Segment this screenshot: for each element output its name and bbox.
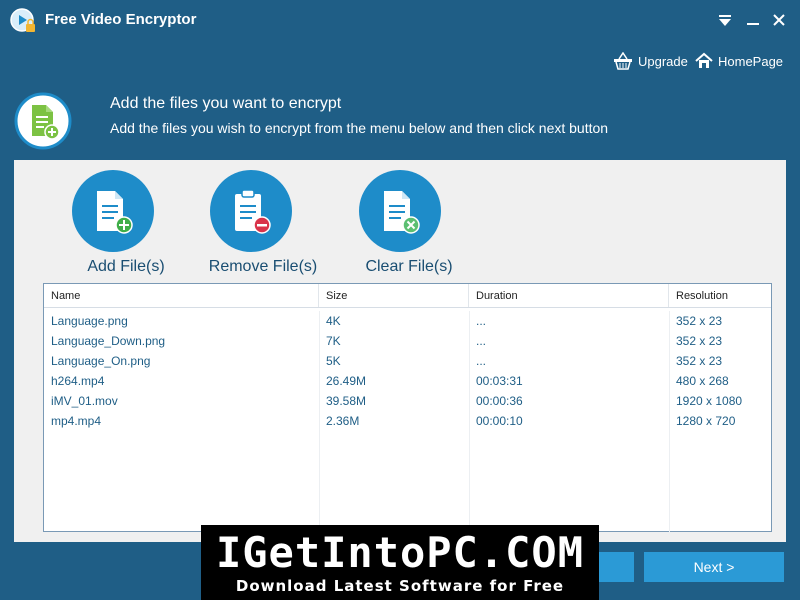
minimize-icon[interactable]	[745, 12, 761, 28]
cell-name: h264.mp4	[51, 374, 105, 388]
title-bar: Free Video Encryptor	[0, 0, 800, 40]
cell-size: 7K	[326, 334, 341, 348]
table-row[interactable]: Language.png 4K ... 352 x 23	[44, 311, 771, 331]
cell-duration: ...	[476, 334, 487, 348]
cell-duration: 00:00:36	[476, 394, 523, 408]
page-title: Add the files you want to encrypt	[110, 95, 342, 112]
column-header-resolution[interactable]: Resolution	[669, 284, 771, 307]
remove-file-icon	[235, 189, 271, 234]
clear-files-circle	[359, 170, 441, 252]
homepage-label: HomePage	[718, 53, 784, 69]
cell-resolution: 1920 x 1080	[676, 394, 743, 408]
table-body: Language.png 4K ... 352 x 23 Language_Do…	[44, 311, 771, 535]
table-header: Name Size Duration Resolution	[44, 284, 771, 308]
cell-name: Language_Down.png	[51, 334, 166, 348]
clear-files-label: Clear File(s)	[365, 258, 453, 275]
add-document-icon	[14, 92, 72, 150]
column-header-name[interactable]: Name	[44, 284, 319, 307]
homepage-link[interactable]: HomePage	[695, 51, 783, 71]
basket-icon	[614, 52, 632, 70]
cell-duration: ...	[476, 354, 487, 368]
cell-size: 2.36M	[326, 414, 360, 428]
clear-file-icon	[384, 191, 420, 234]
cell-resolution: 480 x 268	[676, 374, 729, 388]
cell-duration: 00:00:10	[476, 414, 523, 428]
file-table[interactable]: Name Size Duration Resolution Language.p…	[43, 283, 772, 535]
close-icon[interactable]	[771, 12, 787, 28]
cell-resolution: 352 x 23	[676, 334, 723, 348]
upgrade-label: Upgrade	[638, 53, 688, 69]
cell-resolution: 352 x 23	[676, 354, 723, 368]
upgrade-link[interactable]: Upgrade	[613, 51, 688, 71]
table-row[interactable]: iMV_01.mov 39.58M 00:00:36 1920 x 1080	[44, 391, 771, 411]
app-title: Free Video Encryptor	[45, 11, 197, 28]
remove-files-button[interactable]: Remove File(s)	[193, 170, 333, 280]
table-row[interactable]: h264.mp4 26.49M 00:03:31 480 x 268	[44, 371, 771, 391]
cell-name: iMV_01.mov	[51, 394, 118, 408]
next-button[interactable]: Next >	[644, 552, 784, 582]
column-header-duration[interactable]: Duration	[469, 284, 669, 307]
add-files-circle	[72, 170, 154, 252]
cell-size: 39.58M	[326, 394, 367, 408]
add-file-icon	[97, 191, 133, 234]
column-divider	[669, 311, 670, 535]
add-files-button[interactable]: Add File(s)	[56, 170, 196, 280]
home-icon	[695, 52, 713, 68]
remove-files-circle	[210, 170, 292, 252]
cell-size: 5K	[326, 354, 341, 368]
cell-name: Language.png	[51, 314, 128, 328]
cell-size: 4K	[326, 314, 341, 328]
table-row[interactable]: Language_On.png 5K ... 352 x 23	[44, 351, 771, 371]
menu-dropdown-icon[interactable]	[717, 12, 733, 28]
main-panel: Add File(s) Remove File(s) Clear File(s)…	[14, 160, 786, 542]
clear-files-button[interactable]: Clear File(s)	[339, 170, 479, 280]
remove-files-label: Remove File(s)	[208, 258, 318, 275]
watermark-tagline: Download Latest Software for Free	[235, 577, 565, 595]
table-row[interactable]: mp4.mp4 2.36M 00:00:10 1280 x 720	[44, 411, 771, 431]
column-divider	[319, 311, 320, 535]
watermark-banner: IGetIntoPC.COM Download Latest Software …	[201, 525, 599, 600]
cell-duration: 00:03:31	[476, 374, 523, 388]
cell-name: mp4.mp4	[51, 414, 102, 428]
table-row[interactable]: Language_Down.png 7K ... 352 x 23	[44, 331, 771, 351]
cell-duration: ...	[476, 314, 487, 328]
column-header-size[interactable]: Size	[319, 284, 469, 307]
watermark-title: IGetIntoPC.COM	[215, 528, 584, 577]
app-logo-icon	[10, 8, 35, 32]
cell-resolution: 352 x 23	[676, 314, 723, 328]
cell-size: 26.49M	[326, 374, 367, 388]
cell-name: Language_On.png	[51, 354, 151, 368]
page-subtitle: Add the files you wish to encrypt from t…	[110, 120, 609, 136]
add-files-label: Add File(s)	[87, 258, 165, 275]
cell-resolution: 1280 x 720	[676, 414, 736, 428]
column-divider	[469, 311, 470, 535]
